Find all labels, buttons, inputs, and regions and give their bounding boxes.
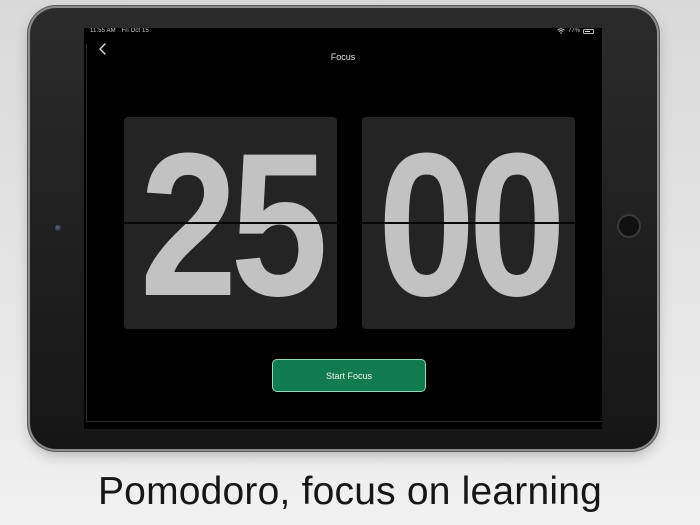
minutes-digits: 25 (139, 117, 328, 329)
seconds-digits: 00 (377, 117, 566, 329)
start-focus-label: Start Focus (325, 370, 372, 381)
battery-icon (583, 28, 594, 34)
start-focus-button[interactable]: Start Focus (272, 359, 426, 392)
flip-hinge (362, 222, 575, 224)
screen-edge (86, 421, 602, 422)
page-title: Focus (330, 52, 356, 62)
front-camera (55, 225, 61, 231)
status-bar-left: 11:55 AM Fri Oct 15 (90, 28, 149, 34)
status-date: Fri Oct 15 (121, 28, 149, 34)
status-bar-right: 77% (557, 28, 594, 34)
home-button[interactable] (617, 214, 641, 238)
wifi-icon (557, 28, 565, 34)
flip-hinge (124, 222, 337, 224)
screen-edge (86, 44, 87, 422)
seconds-flip-card: 00 (362, 117, 575, 329)
promo-caption: Pomodoro, focus on learning (97, 470, 603, 513)
battery-percent: 77% (567, 28, 580, 34)
status-time: 11:55 AM (90, 28, 116, 34)
minutes-flip-card: 25 (124, 117, 337, 329)
